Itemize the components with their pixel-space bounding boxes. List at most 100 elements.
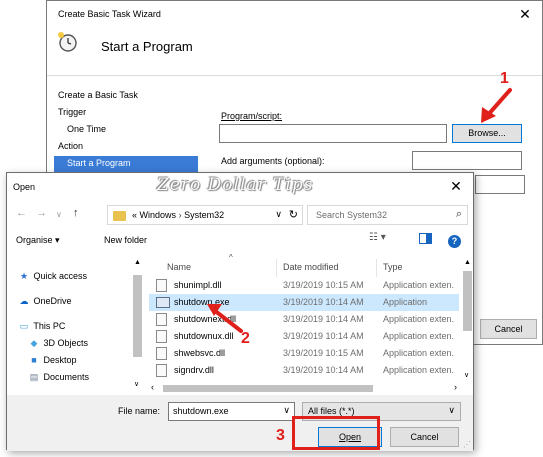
watermark-text: Zero Dollar Tips (157, 175, 314, 195)
wizard-nav-action: Action (58, 141, 84, 151)
scroll-down-icon[interactable]: ∨ (464, 371, 469, 379)
monitor-icon: ▭ (19, 321, 29, 331)
program-script-input[interactable] (219, 124, 447, 143)
tree-item-onedrive[interactable]: ☁ OneDrive (17, 296, 72, 312)
resize-grip-icon[interactable]: ⋰ (463, 440, 471, 449)
column-date-modified[interactable]: Date modified (283, 262, 339, 272)
program-script-label: Program/script: (221, 111, 283, 121)
tree-item-desktop[interactable]: ■ Desktop (27, 355, 76, 371)
refresh-icon[interactable]: ↻ (289, 208, 298, 221)
back-arrow-icon[interactable]: ← (16, 207, 27, 219)
tree-item-quick-access[interactable]: ★ Quick access (17, 271, 87, 287)
tree-label: This PC (33, 321, 66, 331)
scroll-up-icon[interactable]: ▲ (464, 259, 471, 266)
column-name[interactable]: Name (167, 262, 191, 272)
step-1-marker: 1 (500, 70, 509, 87)
scroll-down-icon[interactable]: ∨ (134, 380, 139, 388)
file-date: 3/19/2019 10:14 AM (283, 365, 364, 375)
file-name-label: File name: (118, 406, 161, 416)
search-icon: ⌕ (455, 208, 462, 220)
wizard-close-icon[interactable]: ✕ (516, 5, 534, 23)
address-dropdown-icon[interactable]: ∨ (275, 209, 282, 220)
file-name: shutdown.exe (174, 297, 230, 307)
browse-button[interactable]: Browse... (452, 124, 522, 143)
file-row[interactable]: shutdownux.dll 3/19/2019 10:14 AM Applic… (149, 328, 459, 345)
exe-file-icon (156, 297, 170, 308)
dialog-footer: File name: shutdown.exe ∨ All files (*.*… (7, 395, 473, 451)
cancel-button-label: Cancel (410, 432, 439, 442)
path-overflow[interactable]: « (132, 210, 137, 220)
file-name-input[interactable]: shutdown.exe ∨ (168, 402, 295, 421)
file-date: 3/19/2019 10:14 AM (283, 314, 364, 324)
column-divider[interactable] (376, 259, 377, 277)
path-system32[interactable]: System32 (184, 210, 224, 220)
file-date: 3/19/2019 10:14 AM (283, 297, 364, 307)
column-divider[interactable] (276, 259, 277, 277)
file-list-scroll-thumb[interactable] (463, 271, 472, 331)
file-name: shunimpl.dll (174, 280, 222, 290)
sort-ascending-icon: ^ (229, 253, 233, 262)
tree-label: 3D Objects (43, 338, 89, 348)
file-name: shutdownux.dll (174, 331, 234, 341)
horizontal-scroll-thumb[interactable] (163, 385, 373, 392)
scroll-right-icon[interactable]: › (454, 382, 457, 392)
cube-icon: ◆ (30, 338, 38, 348)
tree-label: Documents (43, 372, 90, 382)
document-icon: ▤ (29, 372, 39, 382)
dialog-title: Open (13, 182, 36, 192)
file-row[interactable]: shutdownext.dll 3/19/2019 10:14 AM Appli… (149, 311, 459, 328)
add-arguments-input[interactable] (412, 151, 522, 170)
search-box[interactable]: Search System32 ⌕ (307, 205, 468, 225)
tree-item-3d-objects[interactable]: ◆ 3D Objects (27, 338, 89, 354)
file-name-value: shutdown.exe (173, 406, 229, 416)
file-row[interactable]: signdrv.dll 3/19/2019 10:14 AM Applicati… (149, 362, 459, 379)
file-list-horizontal-scrollbar[interactable]: ‹ › (149, 382, 461, 395)
chevron-down-icon[interactable]: ∨ (283, 405, 290, 416)
wizard-cancel-label: Cancel (494, 324, 523, 334)
file-list-header: Name ^ Date modified Type (149, 253, 461, 277)
file-type-filter-value: All files (*.*) (308, 406, 355, 416)
open-file-dialog: Open Zero Dollar Tips ✕ ← → ∨ ↑ « Window… (6, 172, 474, 451)
wizard-nav-one-time: One Time (67, 124, 107, 134)
file-date: 3/19/2019 10:15 AM (283, 280, 364, 290)
tree-item-this-pc[interactable]: ▭ This PC (17, 321, 66, 337)
file-row[interactable]: shunimpl.dll 3/19/2019 10:15 AM Applicat… (149, 277, 459, 294)
chevron-down-icon[interactable]: ∨ (448, 405, 455, 416)
wizard-nav-create-basic-task: Create a Basic Task (58, 90, 138, 100)
navigation-scrollbar[interactable]: ▲ ∨ (131, 257, 145, 394)
wizard-titlebar: Create Basic Task Wizard ✕ (47, 1, 542, 27)
view-options-icon[interactable]: ☷ ▾ (369, 232, 386, 243)
dll-file-icon (156, 330, 167, 343)
address-bar[interactable]: « Windows › System32 ∨ ↻ (107, 205, 303, 225)
wizard-nav-start-a-program: Start a Program (67, 158, 131, 168)
tree-item-documents[interactable]: ▤ Documents (27, 372, 89, 388)
navigation-scroll-thumb[interactable] (133, 275, 142, 357)
file-list-scrollbar[interactable]: ▲ ∨ (461, 257, 474, 381)
file-type: Application (383, 297, 428, 307)
start-in-input[interactable] (475, 175, 525, 194)
scroll-left-icon[interactable]: ‹ (151, 382, 154, 392)
help-icon[interactable]: ? (448, 235, 461, 248)
recent-chevron-icon[interactable]: ∨ (56, 210, 62, 219)
wizard-cancel-button[interactable]: Cancel (480, 319, 537, 339)
new-folder-button[interactable]: New folder (104, 235, 147, 245)
file-date: 3/19/2019 10:14 AM (283, 331, 364, 341)
file-row-selected[interactable]: shutdown.exe 3/19/2019 10:14 AM Applicat… (149, 294, 459, 311)
desktop-icon: ■ (31, 355, 37, 365)
preview-pane-icon[interactable] (419, 233, 432, 247)
dll-file-icon (156, 347, 167, 360)
file-type: Application exten. (383, 280, 455, 290)
scroll-up-icon[interactable]: ▲ (134, 259, 141, 266)
file-type: Application exten. (383, 348, 455, 358)
forward-arrow-icon[interactable]: → (36, 207, 47, 219)
dialog-close-icon[interactable]: ✕ (447, 177, 465, 195)
tree-label: OneDrive (33, 296, 72, 306)
organise-menu[interactable]: Organise ▾ (16, 235, 60, 246)
column-type[interactable]: Type (383, 262, 403, 272)
cancel-button[interactable]: Cancel (390, 427, 459, 447)
dll-file-icon (156, 279, 167, 292)
star-icon: ★ (19, 271, 29, 281)
path-windows[interactable]: Windows (140, 210, 177, 220)
up-arrow-icon[interactable]: ↑ (73, 207, 79, 219)
file-row[interactable]: shwebsvc.dll 3/19/2019 10:15 AM Applicat… (149, 345, 459, 362)
